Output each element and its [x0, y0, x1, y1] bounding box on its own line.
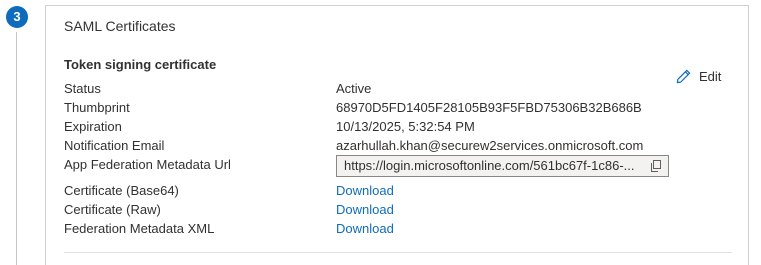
- copy-icon[interactable]: [650, 160, 662, 172]
- metadata-url-value: https://login.microsoftonline.com/561bc6…: [344, 158, 635, 173]
- certificate-raw-label: Certificate (Raw): [64, 202, 161, 217]
- step-connector-line: [16, 32, 17, 265]
- federation-metadata-xml-row: Federation Metadata XML Download: [64, 219, 744, 238]
- federation-metadata-xml-label: Federation Metadata XML: [64, 221, 215, 236]
- federation-metadata-xml-download-link[interactable]: Download: [336, 219, 394, 238]
- metadata-url-label: App Federation Metadata Url: [64, 157, 231, 172]
- expiration-label: Expiration: [64, 119, 122, 134]
- status-value: Active: [336, 81, 372, 96]
- certificate-raw-download-link[interactable]: Download: [336, 200, 394, 219]
- metadata-url-field[interactable]: https://login.microsoftonline.com/561bc6…: [336, 155, 669, 177]
- expiration-row: Expiration 10/13/2025, 5:32:54 PM: [64, 117, 744, 136]
- status-row: Status Active: [64, 79, 744, 98]
- section-title: Token signing certificate: [64, 57, 217, 72]
- thumbprint-row: Thumbprint 68970D5FD1405F28105B93F5FBD75…: [64, 98, 744, 117]
- step-number-badge: 3: [6, 6, 28, 28]
- certificate-raw-row: Certificate (Raw) Download: [64, 200, 744, 219]
- thumbprint-value: 68970D5FD1405F28105B93F5FBD75306B32B686B: [336, 100, 642, 115]
- notification-email-label: Notification Email: [64, 138, 165, 153]
- saml-certificates-step: 3 SAML Certificates Token signing certif…: [0, 0, 761, 265]
- thumbprint-label: Thumbprint: [64, 100, 130, 115]
- card-title: SAML Certificates: [64, 18, 176, 34]
- certificate-base64-download-link[interactable]: Download: [336, 181, 394, 200]
- notification-email-row: Notification Email azarhullah.khan@secur…: [64, 136, 744, 155]
- status-label: Status: [64, 81, 101, 96]
- saml-certificates-card: SAML Certificates Token signing certific…: [45, 5, 749, 265]
- certificate-base64-row: Certificate (Base64) Download: [64, 181, 744, 200]
- certificate-base64-label: Certificate (Base64): [64, 183, 179, 198]
- notification-email-value: azarhullah.khan@securew2services.onmicro…: [336, 138, 644, 153]
- expiration-value: 10/13/2025, 5:32:54 PM: [336, 119, 475, 134]
- section-divider: [64, 252, 732, 253]
